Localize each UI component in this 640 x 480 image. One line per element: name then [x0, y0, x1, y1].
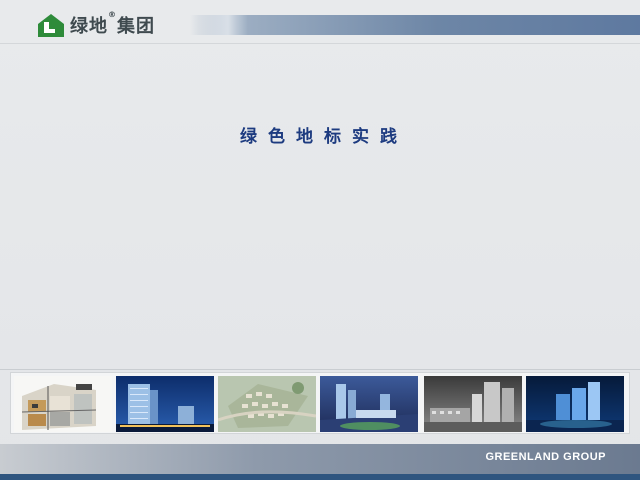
header-divider	[0, 43, 640, 44]
slide-title: 绿色地标实践	[240, 127, 408, 147]
photo-street-view-render	[424, 376, 522, 432]
footer-bottom-stripe	[0, 474, 640, 480]
photo-strip-divider	[0, 369, 640, 370]
header-decorative-bar	[190, 15, 640, 35]
photo-strip	[10, 372, 630, 434]
photo-house-cutaway-render	[14, 376, 112, 432]
logo-wordmark: 绿地®集团	[70, 10, 155, 37]
company-logo: 绿地®集团	[36, 10, 155, 39]
slide: 绿地®集团 绿色地标实践 GREENLAND GROUP	[0, 0, 640, 480]
greenland-house-logo-icon	[38, 14, 64, 37]
photo-blue-towers-night-render	[526, 376, 624, 432]
photo-commercial-complex-night-render	[320, 376, 418, 432]
footer-bar: GREENLAND GROUP	[0, 444, 640, 474]
header-bar-highlight	[198, 15, 248, 35]
photo-aerial-masterplan-render	[218, 376, 316, 432]
footer-company-name: GREENLAND GROUP	[485, 451, 606, 463]
photo-night-tower-render	[116, 376, 214, 432]
